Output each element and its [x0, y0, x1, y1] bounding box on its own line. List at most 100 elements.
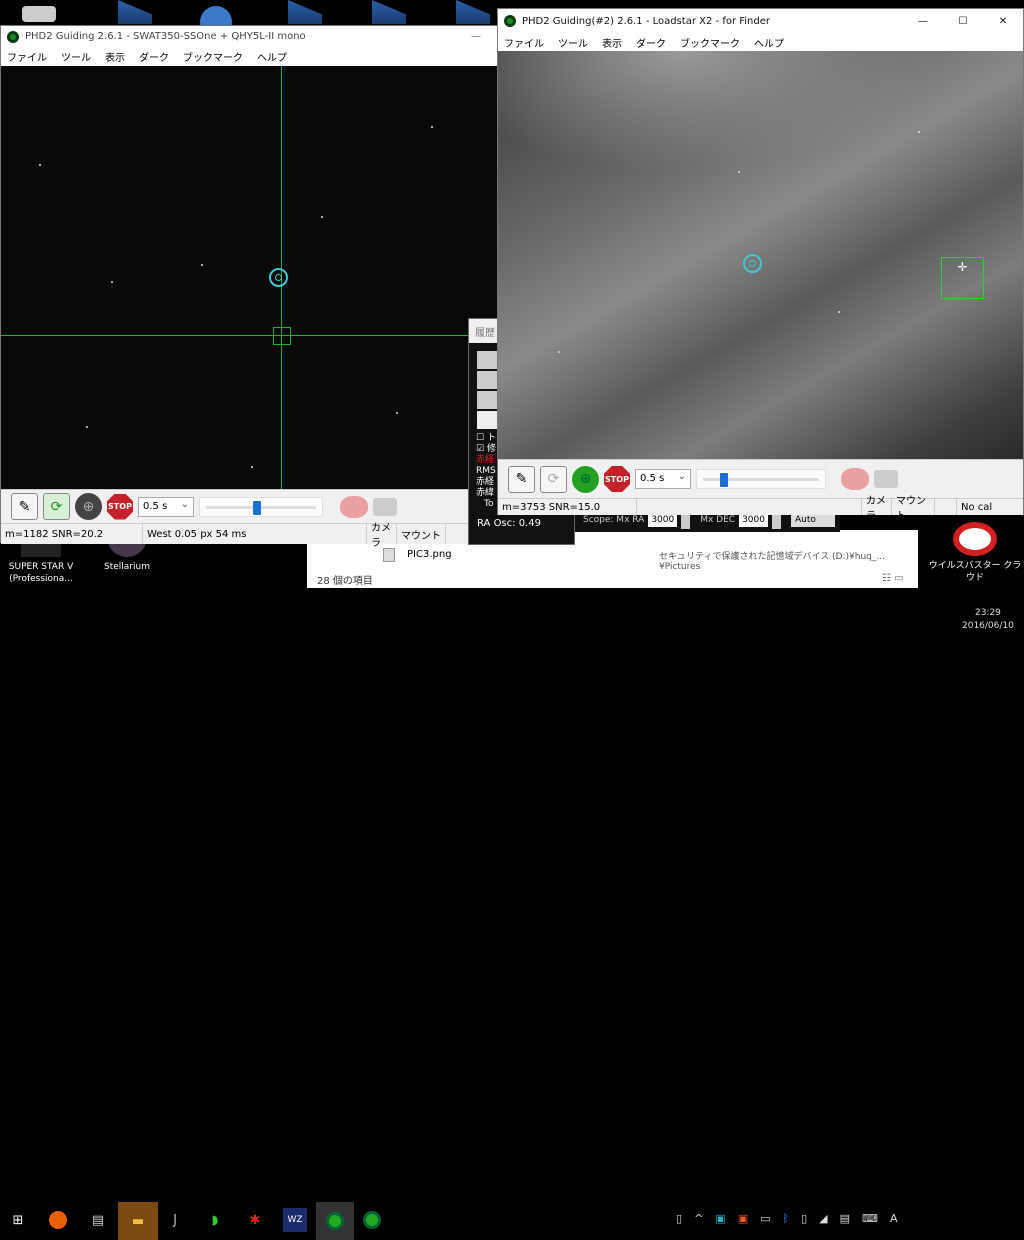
desktop-icon-label: ウイルスバスター クラウド	[928, 561, 1022, 583]
mount-status: マウント	[397, 524, 446, 544]
menu-bar: ファイル ツール 表示 ダーク ブックマーク ヘルプ	[498, 33, 1023, 51]
file-item[interactable]: PIC3.png	[407, 549, 452, 560]
menu-view[interactable]: 表示	[602, 35, 622, 50]
camera-image[interactable]: ✛	[498, 51, 1023, 459]
app-red-icon[interactable]: ✱	[243, 1208, 267, 1232]
status-empty	[935, 499, 957, 515]
graph-button[interactable]	[477, 391, 499, 409]
tray-app-icon[interactable]: ▣	[715, 1212, 725, 1225]
gamma-slider[interactable]	[199, 496, 323, 517]
mount-status: マウント	[892, 496, 935, 522]
camera-status: カメラ	[367, 523, 397, 549]
toolbar: ✎ ⟳ ⊕ STOP 0.5 s	[498, 459, 1023, 498]
brain-icon[interactable]	[340, 495, 368, 518]
gamma-slider[interactable]	[696, 469, 826, 489]
menu-darks[interactable]: ダーク	[636, 35, 666, 50]
chevron-up-icon[interactable]: ^	[694, 1212, 703, 1225]
close-button[interactable]: ✕	[983, 16, 1023, 27]
mouse-icon[interactable]: ▯	[676, 1212, 682, 1225]
lock-position-box	[273, 327, 291, 345]
phd2-finder-window: PHD2 Guiding(#2) 2.6.1 - Loadstar X2 - f…	[497, 8, 1024, 522]
guide-button[interactable]: ⊕	[572, 465, 599, 493]
wifi-icon[interactable]: ◢	[819, 1212, 827, 1225]
corrections-checkbox[interactable]: ☑ 修	[476, 444, 496, 455]
phd2-taskbar-icon[interactable]	[316, 1202, 354, 1240]
menu-bookmarks[interactable]: ブックマーク	[680, 35, 740, 50]
connect-equipment-button[interactable]: ✎	[508, 465, 535, 493]
file-path: セキュリティで保護された記憶域デバイス (D:)¥huq_...¥Picture…	[659, 552, 885, 572]
firefox-icon[interactable]	[46, 1208, 70, 1232]
minimize-button[interactable]: —	[471, 31, 481, 42]
phd2-taskbar-icon[interactable]	[360, 1208, 384, 1232]
stop-button[interactable]: STOP	[107, 493, 133, 520]
wz-editor-icon[interactable]: WZ	[283, 1208, 307, 1232]
graph-button[interactable]	[477, 351, 499, 369]
desktop-shortcut-icon[interactable]	[372, 0, 406, 24]
clock-time: 23:29	[974, 608, 1001, 618]
window-title: PHD2 Guiding(#2) 2.6.1 - Loadstar X2 - f…	[522, 15, 770, 27]
graph-button[interactable]	[477, 371, 499, 389]
desktop-shortcut-icon[interactable]	[118, 0, 152, 24]
keyboard-icon[interactable]: ⌨	[862, 1212, 878, 1225]
usb-icon[interactable]: ▯	[801, 1212, 807, 1225]
menu-help[interactable]: ヘルプ	[754, 35, 784, 50]
desktop-shortcut-icon[interactable]	[288, 0, 322, 24]
total-label: To	[484, 499, 494, 509]
usb-plug-icon: ✎	[515, 471, 528, 487]
ra-osc: RA Osc: 0.49	[477, 518, 541, 529]
system-tray: ▯ ^ ▣ ▣ ▭ ᛒ ▯ ◢ ▤ ⌨ A	[676, 1212, 897, 1225]
phd2-app-icon	[7, 30, 19, 43]
connect-equipment-button[interactable]: ✎	[11, 493, 38, 520]
guide-button[interactable]: ⊕	[75, 493, 102, 520]
status-empty	[637, 499, 862, 515]
file-explorer-icon[interactable]: ▬	[118, 1202, 158, 1240]
app-j-icon[interactable]: J	[163, 1208, 187, 1232]
exposure-select[interactable]: 0.5 s	[138, 496, 194, 517]
loop-button[interactable]: ⟳	[540, 465, 567, 493]
title-bar: PHD2 Guiding(#2) 2.6.1 - Loadstar X2 - f…	[498, 9, 1023, 33]
exposure-select[interactable]: 0.5 s	[635, 469, 691, 489]
graph-labels: ☐ ト ☑ 修 赤経 RMS 赤経 赤緯 To	[476, 433, 496, 510]
calibration-status: No cal	[961, 501, 993, 513]
slider-thumb[interactable]	[719, 473, 728, 487]
scope-label: Scope: Mx RA	[583, 514, 645, 525]
desktop-icon-recycle-bin[interactable]	[22, 6, 56, 22]
stop-button[interactable]: STOP	[604, 466, 630, 492]
crosshair-icon: ⊕	[579, 471, 592, 487]
maximize-button[interactable]: ☐	[943, 16, 983, 27]
start-button[interactable]: ⊞	[6, 1208, 30, 1232]
brain-icon[interactable]	[841, 468, 869, 490]
clock[interactable]: 23:29 2016/06/10	[962, 607, 1014, 633]
trend-checkbox[interactable]: ☐ ト	[476, 433, 496, 444]
slider-thumb[interactable]	[252, 500, 261, 515]
ime-indicator[interactable]: A	[890, 1212, 898, 1225]
app-green-icon[interactable]: ◗	[203, 1208, 227, 1232]
bluetooth-icon[interactable]: ᛒ	[783, 1212, 790, 1225]
notes-icon[interactable]: ▤	[840, 1212, 850, 1225]
view-toggle-icon[interactable]: ☷ ▭	[882, 573, 904, 584]
menu-tools[interactable]: ツール	[558, 35, 588, 50]
camera-status: カメラ	[862, 496, 892, 522]
menu-darks[interactable]: ダーク	[139, 49, 169, 64]
file-icon	[383, 548, 395, 562]
desktop-shortcut-icon[interactable]	[456, 0, 490, 24]
network-drive-icon[interactable]: ▭	[760, 1212, 770, 1225]
app-icon[interactable]: ▤	[86, 1208, 110, 1232]
clock-date: 2016/06/10	[962, 621, 1014, 631]
rms-label: RMS	[476, 466, 496, 476]
minimize-button[interactable]: —	[903, 16, 943, 27]
tray-app-icon[interactable]: ▣	[738, 1212, 748, 1225]
loop-button[interactable]: ⟳	[43, 493, 70, 520]
camera-settings-icon[interactable]	[874, 470, 898, 488]
camera-settings-icon[interactable]	[373, 497, 397, 516]
menu-file[interactable]: ファイル	[504, 35, 544, 50]
graph-button[interactable]	[477, 411, 499, 429]
taskbar: ⊞ ▤ ▬ J ◗ ✱ WZ ▯ ^ ▣ ▣ ▭ ᛒ ▯ ◢ ▤ ⌨ A 23:29 20…	[0, 600, 1024, 1240]
camera-image[interactable]	[1, 66, 497, 489]
menu-view[interactable]: 表示	[105, 49, 125, 64]
menu-tools[interactable]: ツール	[61, 49, 91, 64]
desktop-icon-virusbuster[interactable]: ウイルスバスター クラウド	[928, 522, 1022, 584]
menu-bookmarks[interactable]: ブックマーク	[183, 49, 243, 64]
menu-help[interactable]: ヘルプ	[257, 49, 287, 64]
menu-file[interactable]: ファイル	[7, 49, 47, 64]
